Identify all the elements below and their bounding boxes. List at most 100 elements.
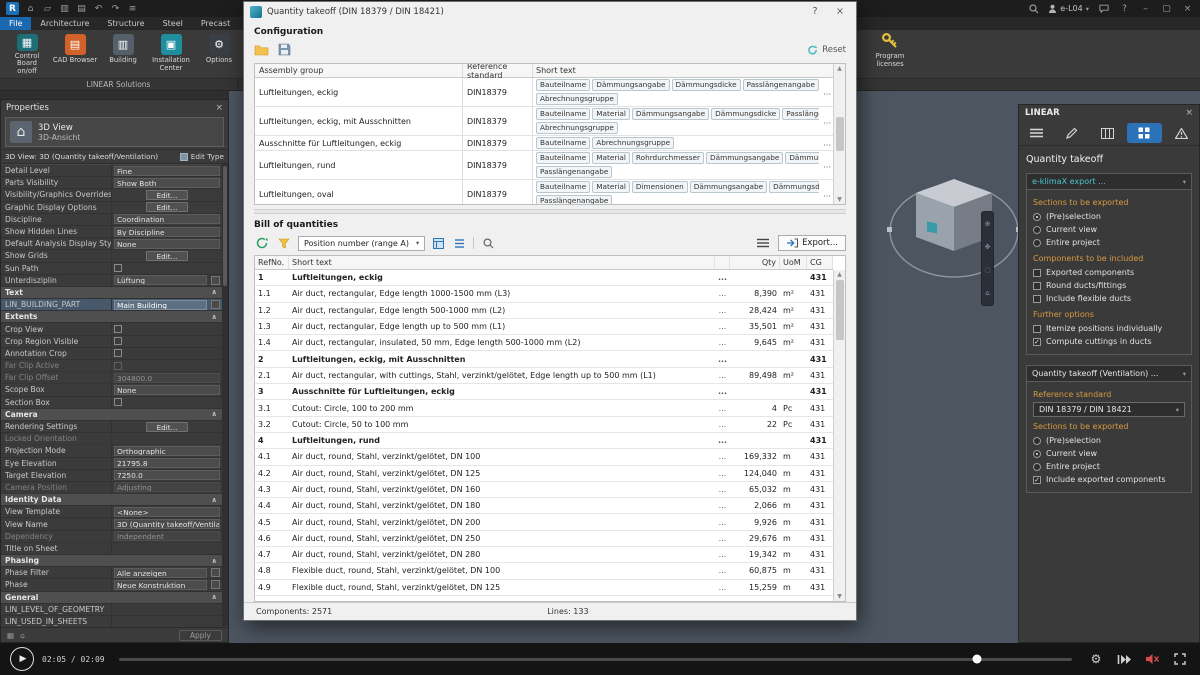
filter-icon[interactable] xyxy=(276,236,292,251)
row-options-button[interactable]: ... xyxy=(715,338,730,347)
tag-chip[interactable]: Passlängenangabe xyxy=(742,79,819,91)
boq-row[interactable]: 2.1 Air duct, rectangular, with cuttings,… xyxy=(255,368,833,385)
boq-row[interactable]: 4.9 Flexible duct, round, Stahl, verzinkt… xyxy=(255,580,833,596)
close-icon[interactable]: × xyxy=(1185,108,1193,118)
row-options-button[interactable]: ... xyxy=(715,583,730,592)
close-icon[interactable]: × xyxy=(1181,2,1194,15)
tag-chip[interactable]: Bauteilname xyxy=(536,137,591,149)
mute-icon[interactable] xyxy=(1142,650,1162,668)
edit-type-button[interactable]: Edit Type xyxy=(179,152,224,161)
undo-icon[interactable]: ↶ xyxy=(92,2,105,15)
property-value[interactable] xyxy=(111,542,222,554)
tag-chip[interactable]: Dämmungsangabe xyxy=(689,181,768,193)
column-header[interactable]: Qty xyxy=(730,256,780,269)
assembly-group-row[interactable]: Luftleitungen, rund DIN18379 Bauteilname Ma… xyxy=(255,151,833,180)
property-value[interactable]: Independent xyxy=(111,530,222,542)
property-value[interactable]: Show Both xyxy=(111,177,222,189)
property-value[interactable]: Alle anzeigen xyxy=(111,567,209,579)
property-value[interactable]: Fine xyxy=(111,165,222,177)
apply-button[interactable]: Apply xyxy=(178,629,222,641)
property-value[interactable]: 7250.0 xyxy=(111,469,222,481)
building-button[interactable]: ▥ Building xyxy=(100,32,146,76)
scroll-up-icon[interactable]: ▲ xyxy=(837,271,842,278)
properties-pin-icon[interactable]: ⌂ xyxy=(20,631,25,640)
value-box[interactable]: 3D (Quantity takeoff/Ventila... xyxy=(114,519,220,530)
menu-icon[interactable] xyxy=(1019,121,1054,145)
option-radio[interactable]: Current view xyxy=(1033,447,1185,460)
scroll-up-icon[interactable]: ▲ xyxy=(837,65,842,72)
search-icon[interactable] xyxy=(1027,2,1040,15)
zoom-icon[interactable]: ⊕ xyxy=(985,220,991,228)
property-value[interactable] xyxy=(111,347,222,359)
property-checkbox[interactable] xyxy=(114,264,122,273)
boq-row[interactable]: 4 Luftleitungen, rund... 431 xyxy=(255,433,833,450)
property-checkbox[interactable] xyxy=(114,325,122,334)
ribbon-tab-precast[interactable]: Precast xyxy=(192,17,239,30)
boq-row[interactable]: 3.1 Cutout: Circle, 100 to 200 mm... 4 Pc 43… xyxy=(255,400,833,417)
row-options-button[interactable]: ... xyxy=(715,273,730,282)
row-options-button[interactable]: ... xyxy=(715,534,730,543)
assembly-group-row[interactable]: Ausschnitte für Luftleitungen, eckig DIN1… xyxy=(255,136,833,151)
property-section-header[interactable]: Text ∧ xyxy=(1,286,222,300)
save-icon[interactable]: ▥ xyxy=(58,2,71,15)
playback-speed-icon[interactable] xyxy=(1114,650,1134,668)
option-checkbox[interactable]: ✓ Compute cuttings in ducts xyxy=(1033,335,1185,348)
type-selector[interactable]: ⌂ 3D View 3D-Ansicht xyxy=(5,117,224,147)
option-checkbox[interactable]: Exported components xyxy=(1033,266,1185,279)
program-licenses-button[interactable]: Program licenses xyxy=(861,31,919,89)
tag-chip[interactable]: Dämmungsangabe xyxy=(706,152,784,164)
value-box[interactable]: Coordination xyxy=(114,214,220,225)
option-radio[interactable]: (Pre)selection xyxy=(1033,434,1185,447)
boq-row[interactable]: 4.3 Air duct, round, Stahl, verzinkt/gelö… xyxy=(255,482,833,499)
option-radio[interactable]: Entire project xyxy=(1033,460,1185,473)
reset-button[interactable]: Reset xyxy=(807,45,846,55)
help-icon[interactable]: ? xyxy=(1118,2,1131,15)
column-header[interactable]: CG xyxy=(807,256,833,269)
property-value[interactable] xyxy=(111,323,222,335)
fullscreen-icon[interactable] xyxy=(1170,650,1190,668)
option-radio[interactable]: Current view xyxy=(1033,223,1185,236)
revit-logo[interactable]: R xyxy=(6,2,19,15)
tag-chip[interactable]: Bauteilname xyxy=(536,108,591,120)
chat-icon[interactable] xyxy=(1097,2,1110,15)
property-checkbox[interactable] xyxy=(114,361,122,370)
property-value[interactable]: 304800.0 xyxy=(111,372,222,384)
tag-chip[interactable]: Bauteilname xyxy=(536,181,591,193)
quantity-takeoff-tab-icon[interactable] xyxy=(1126,123,1162,143)
column-header[interactable]: RefNo. xyxy=(255,256,289,269)
row-options-button[interactable]: ... xyxy=(715,485,730,494)
option-radio[interactable]: Entire project xyxy=(1033,236,1185,249)
assoc-button[interactable] xyxy=(211,568,220,578)
property-section-header[interactable]: Phasing ∧ xyxy=(1,555,222,568)
boq-row[interactable]: 1.3 Air duct, rectangular, Edge length up… xyxy=(255,319,833,336)
modify-icon[interactable]: ≡ xyxy=(126,2,139,15)
property-value[interactable] xyxy=(111,335,222,347)
property-value[interactable]: 21795.8 xyxy=(111,457,222,469)
edit-button[interactable]: Edit... xyxy=(145,250,189,261)
reference-standard-dropdown[interactable]: DIN 18379 / DIN 18421 ▾ xyxy=(1033,402,1185,417)
tag-chip[interactable]: Rohrdurchmesser xyxy=(631,152,704,164)
open-icon[interactable]: ▱ xyxy=(41,2,54,15)
ribbon-tab-architecture[interactable]: Architecture xyxy=(31,17,98,30)
tag-chip[interactable]: Material xyxy=(592,152,630,164)
edit-button[interactable]: Edit... xyxy=(145,421,189,432)
property-value[interactable] xyxy=(111,396,222,408)
row-options-button[interactable]: ... xyxy=(823,161,831,170)
scroll-down-icon[interactable]: ▼ xyxy=(837,196,842,203)
boq-row[interactable]: 2 Luftleitungen, eckig, mit Ausschnitten.… xyxy=(255,351,833,368)
tag-chip[interactable]: Dämmungsdicke xyxy=(671,79,741,91)
value-box[interactable]: Lüftung xyxy=(114,275,207,286)
property-value[interactable]: Adjusting xyxy=(111,481,222,494)
property-section-header[interactable]: General ∧ xyxy=(1,591,222,604)
row-options-button[interactable]: ... xyxy=(715,550,730,559)
row-options-button[interactable]: ... xyxy=(715,501,730,510)
assembly-group-row[interactable]: Luftleitungen, eckig DIN18379 Bauteilname D… xyxy=(255,78,833,107)
tag-chip[interactable]: Dämmungsangabe xyxy=(631,108,710,120)
tag-chip[interactable]: Bauteilname xyxy=(536,79,591,91)
position-number-dropdown[interactable]: Position number (range A) ▾ xyxy=(298,235,426,251)
option-checkbox[interactable]: Itemize positions individually xyxy=(1033,322,1185,335)
boq-row[interactable]: 4.8 Flexible duct, round, Stahl, verzinkt… xyxy=(255,563,833,580)
property-value[interactable]: Orthographic xyxy=(111,445,222,457)
ribbon-tab-file[interactable]: File xyxy=(0,17,32,30)
property-value[interactable]: None xyxy=(111,384,222,396)
